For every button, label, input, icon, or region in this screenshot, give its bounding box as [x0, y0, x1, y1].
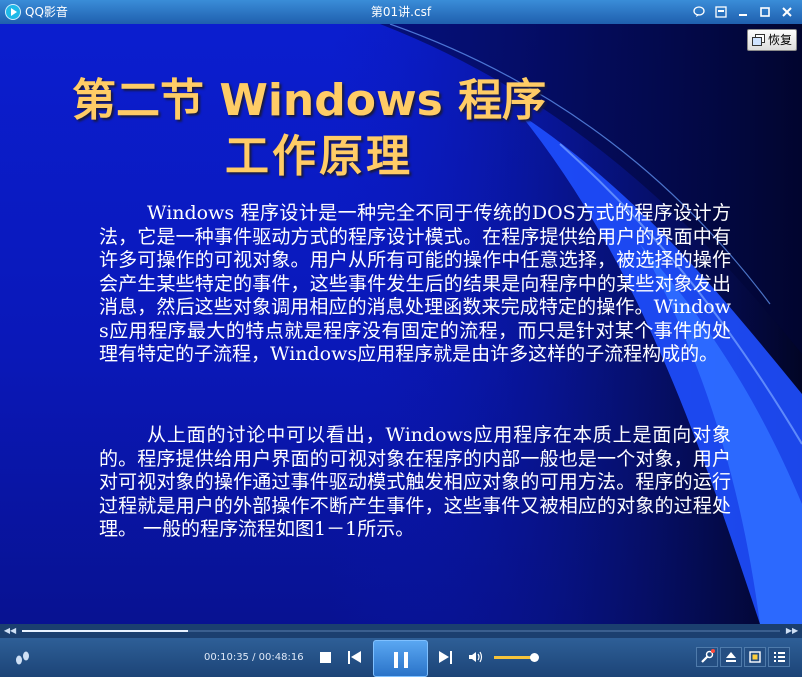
seek-track[interactable]: [22, 630, 780, 632]
time-display: 00:10:35 / 00:48:16: [204, 652, 304, 663]
player-window: QQ影音 第01讲.csf 恢复 第二节 Windows 程序 工作原理 Win…: [0, 0, 802, 677]
volume-icon[interactable]: [467, 650, 485, 664]
forward-arrow-icon[interactable]: ▶▶: [784, 624, 800, 638]
volume-level: [494, 656, 534, 659]
slide-paragraph-2: 从上面的讨论中可以看出，Windows应用程序在本质上是面向对象的。程序提供给用…: [99, 424, 731, 540]
footprint-history-icon[interactable]: [14, 650, 32, 666]
screenshot-icon[interactable]: [744, 647, 766, 667]
rewind-arrow-icon[interactable]: ◀◀: [2, 624, 18, 638]
volume-knob[interactable]: [529, 653, 539, 662]
next-button[interactable]: [439, 651, 453, 664]
restore-button[interactable]: 恢复: [747, 29, 797, 51]
pause-icon: [394, 652, 398, 668]
restore-window-icon: [752, 34, 765, 46]
title-bar[interactable]: QQ影音 第01讲.csf: [0, 0, 802, 24]
toolbox-icon[interactable]: [696, 647, 718, 667]
maximize-icon[interactable]: [756, 3, 774, 21]
playlist-icon[interactable]: [768, 647, 790, 667]
window-controls: [690, 3, 796, 21]
restore-label: 恢复: [768, 33, 793, 47]
slide-title-line-2: 工作原理: [225, 131, 413, 182]
stop-button[interactable]: [320, 652, 331, 663]
slide-paragraph-1: Windows 程序设计是一种完全不同于传统的DOS方式的程序设计方法，它是一种…: [99, 202, 731, 365]
chat-icon[interactable]: [690, 3, 708, 21]
pause-button[interactable]: [373, 640, 428, 677]
volume-slider[interactable]: [494, 653, 539, 662]
video-area[interactable]: 恢复 第二节 Windows 程序 工作原理 Windows 程序设计是一种完全…: [0, 24, 802, 624]
minimize-icon[interactable]: [734, 3, 752, 21]
seek-progress: [22, 630, 188, 632]
control-bar: 00:10:35 / 00:48:16: [0, 638, 802, 677]
slide-title-line-1: 第二节 Windows 程序: [72, 75, 547, 126]
eject-icon[interactable]: [720, 647, 742, 667]
previous-button[interactable]: [348, 651, 362, 664]
window-title: 第01讲.csf: [370, 5, 432, 19]
skin-icon[interactable]: [712, 3, 730, 21]
close-icon[interactable]: [778, 3, 796, 21]
seek-bar[interactable]: ◀◀ ▶▶: [0, 624, 802, 638]
